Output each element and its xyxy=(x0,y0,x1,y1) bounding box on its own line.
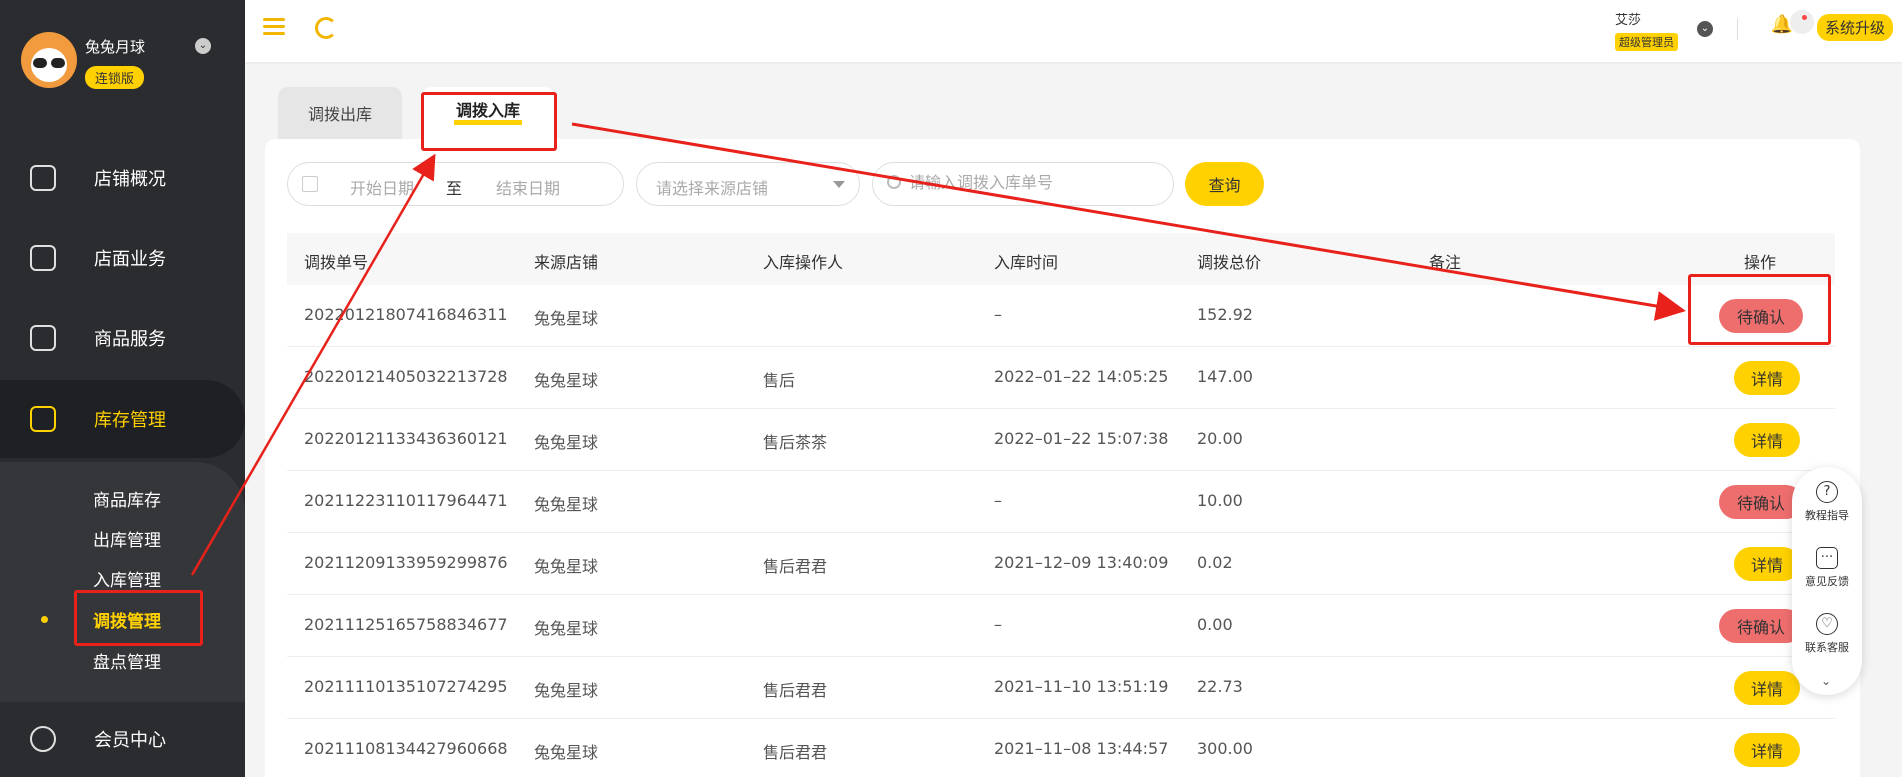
annotation-arrow-to-tab xyxy=(190,153,436,576)
annotation-arrows xyxy=(190,122,1686,576)
annotation-arrow-to-confirm xyxy=(571,122,1686,321)
